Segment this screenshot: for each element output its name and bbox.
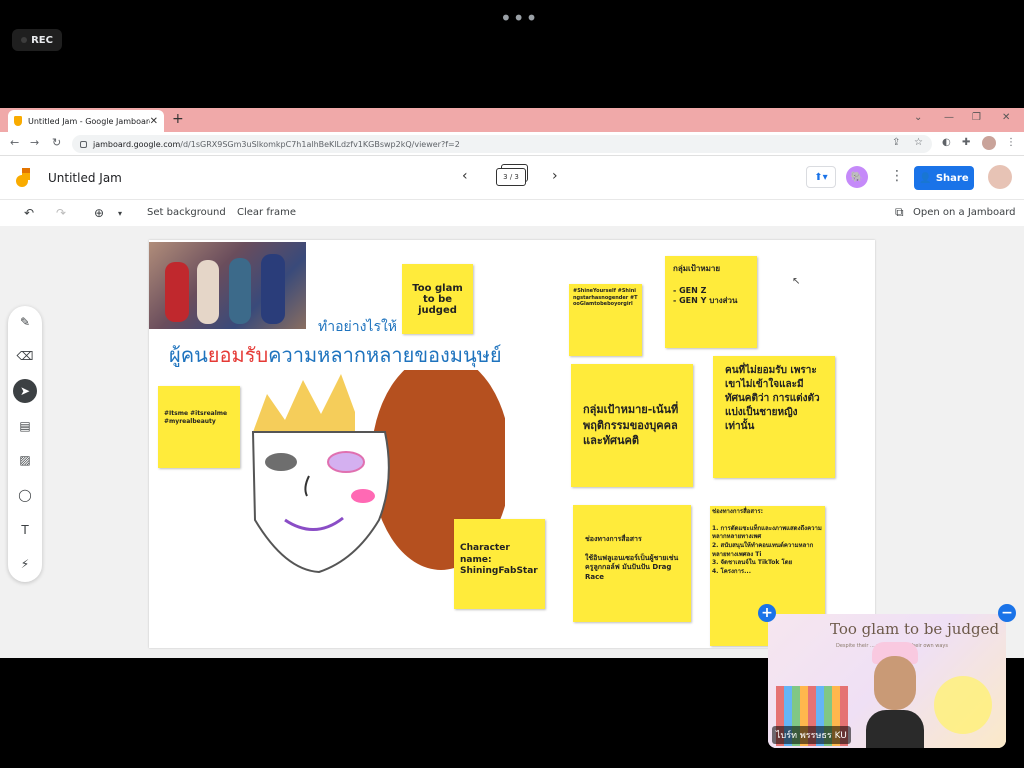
crown-shape [253,374,355,432]
rec-label: REC [31,34,53,46]
zoom-dropdown-icon[interactable]: ▾ [118,209,122,218]
participant-video-tile[interactable]: Too glam to be judged Despite their ... … [768,614,1006,748]
share-page-icon[interactable]: ⇪ [892,137,900,148]
minimize-tile-icon[interactable]: − [998,604,1016,622]
cheek-blush [351,489,375,503]
record-dot-icon [21,37,28,43]
jamboard-toolbar: ↶ ↷ ⊕ ▾ Set background Clear frame ⧉ Ope… [0,200,1024,226]
frame-indicator[interactable]: 3 / 3 [496,168,526,186]
participant-name-label: ไบร์ท พรรษธร KU [772,726,851,744]
browser-tab-bar: Untitled Jam - Google Jamboard ✕ + ⌄ — ❐… [0,108,1024,132]
extension-icon[interactable]: ◐ [942,137,951,148]
jamboard-favicon-icon [14,116,22,126]
photo-figure [261,254,285,324]
tab-search-icon[interactable]: ⌄ [914,112,922,123]
url-input[interactable]: jamboard.google.com /d/1sGRX9SGm3uSlkomk… [72,135,932,153]
circle-shape-tool-icon[interactable]: ◯ [13,483,37,507]
sticky-note-channel[interactable]: ช่องทางการสื่อสาร ใช้อินฟลูเอนเซอร์เป็นผ… [573,505,691,622]
meeting-top-bar: ••• REC [0,0,1024,108]
more-menu-icon[interactable]: ⋮ [890,168,904,184]
tab-title: Untitled Jam - Google Jamboard [28,116,150,126]
close-tab-icon[interactable]: ✕ [150,116,158,127]
participant-person [866,642,924,748]
mouse-cursor-icon: ↖ [792,276,801,287]
maximize-icon[interactable]: ❐ [972,112,981,123]
new-tab-button[interactable]: + [172,111,184,127]
pen-tool-icon[interactable]: ✎ [13,310,37,334]
minimize-icon[interactable]: — [944,112,954,123]
back-icon[interactable]: ← [10,136,19,149]
present-icon: ⬆▾ [814,171,828,183]
present-button[interactable]: ⬆▾ [806,166,836,188]
profile-avatar[interactable] [982,136,996,150]
jamboard-header: Untitled Jam ‹ 3 / 3 › ⬆▾ 🐘 ⋮ 👤 Share [0,156,1024,200]
sticky-note-too-glam[interactable]: Too glam to be judged [402,264,473,334]
participant-shirt [866,710,924,748]
left-eye [265,453,297,471]
undo-icon[interactable]: ↶ [24,206,34,220]
background-text: Too glam to be judged [830,620,1000,638]
right-eye [327,451,365,473]
sun-shape [934,676,992,734]
participant-face [874,656,916,710]
redo-icon[interactable]: ↷ [56,206,66,220]
url-host: jamboard.google.com [93,139,181,149]
sticky-note-itsme[interactable]: #Itsme #itsrealme #myrealbeauty [158,386,240,468]
sticky-note-non-accept[interactable]: คนที่ไม่ยอมรับ เพราะ เขาไม่เข้าใจและมีทั… [713,356,835,478]
share-label: Share [935,172,969,184]
forward-icon[interactable]: → [30,136,39,149]
share-button[interactable]: 👤 Share [914,166,974,190]
anonymous-user-avatar: 🐘 [846,166,868,188]
url-path: /d/1sGRX9SGm3uSlkomkpC7h1alhBeKlLdzfv1KG… [180,139,460,149]
bookmark-star-icon[interactable]: ☆ [914,137,923,148]
sticky-note-tool-icon[interactable]: ▤ [13,414,37,438]
open-on-jamboard-button[interactable]: Open on a Jamboard [913,207,1016,218]
channel-list-title: ช่องทางการสื่อสาร: [712,508,764,515]
sticky-note-character[interactable]: Character name: ShiningFabStar [454,519,545,609]
photo-figure [229,258,251,324]
text-box-tool-icon[interactable]: T [13,518,37,542]
eraser-tool-icon[interactable]: ⌫ [13,344,37,368]
headline-part-2: ความหลากหลายของมนุษย์ [268,343,502,367]
open-on-jamboard-icon[interactable]: ⧉ [895,205,904,220]
side-toolbar: ✎ ⌫ ➤ ▤ ▨ ◯ T ⚡ [8,306,42,582]
window-close-icon[interactable]: ✕ [1002,112,1010,123]
headline-prefix: ทำอย่างไรให้ [318,319,398,335]
add-participant-icon[interactable]: + [758,604,776,622]
chrome-menu-icon[interactable]: ⋮ [1006,137,1016,148]
jamboard-logo-icon [16,168,30,187]
set-background-button[interactable]: Set background [147,207,226,218]
headline-red: ยอมรับ [207,343,269,367]
select-tool-icon[interactable]: ➤ [13,379,37,403]
prev-frame-icon[interactable]: ‹ [462,168,468,184]
next-frame-icon[interactable]: › [552,168,558,184]
browser-tab-jamboard[interactable]: Untitled Jam - Google Jamboard ✕ [8,110,164,132]
jam-title[interactable]: Untitled Jam [48,171,122,185]
sticky-note-target-focus[interactable]: กลุ่มเป้าหมาย-เน้นที่พฤติกรรมของบุคคลและ… [571,364,693,487]
group-photo-image [149,242,306,329]
puzzle-extensions-icon[interactable]: ✚ [962,137,970,148]
sticky-note-target-group[interactable]: กลุ่มเป้าหมาย - GEN Z - GEN Y บางส่วน [665,256,757,348]
headline-part-1: ผู้คน [169,343,208,367]
channel-list-body: 1. การตัดแซะแท็กและงภาพแสดงถึงความหลากหล… [712,524,822,576]
photo-figure [165,262,189,322]
lock-icon [80,140,87,148]
clear-frame-button[interactable]: Clear frame [237,207,296,218]
photo-figure [197,260,219,324]
add-image-tool-icon[interactable]: ▨ [13,448,37,472]
user-avatar[interactable] [988,165,1012,189]
jam-board-frame[interactable]: ทำอย่างไรให้ ผู้คนยอมรับความหลากหลายของม… [149,240,875,648]
more-options-icon[interactable]: ••• [500,6,538,30]
reload-icon[interactable]: ↻ [52,136,61,149]
browser-address-bar: ← → ↻ jamboard.google.com /d/1sGRX9SGm3u… [0,132,1024,156]
person-icon: 👤 [919,172,932,184]
zoom-icon[interactable]: ⊕ [94,206,104,220]
laser-tool-icon[interactable]: ⚡ [13,552,37,576]
sticky-note-hashtags[interactable]: #ShineYourself #Shiningstarhasnogender #… [569,284,642,356]
headline-main: ผู้คนยอมรับความหลากหลายของมนุษย์ [169,339,502,371]
recording-badge: REC [12,29,62,51]
